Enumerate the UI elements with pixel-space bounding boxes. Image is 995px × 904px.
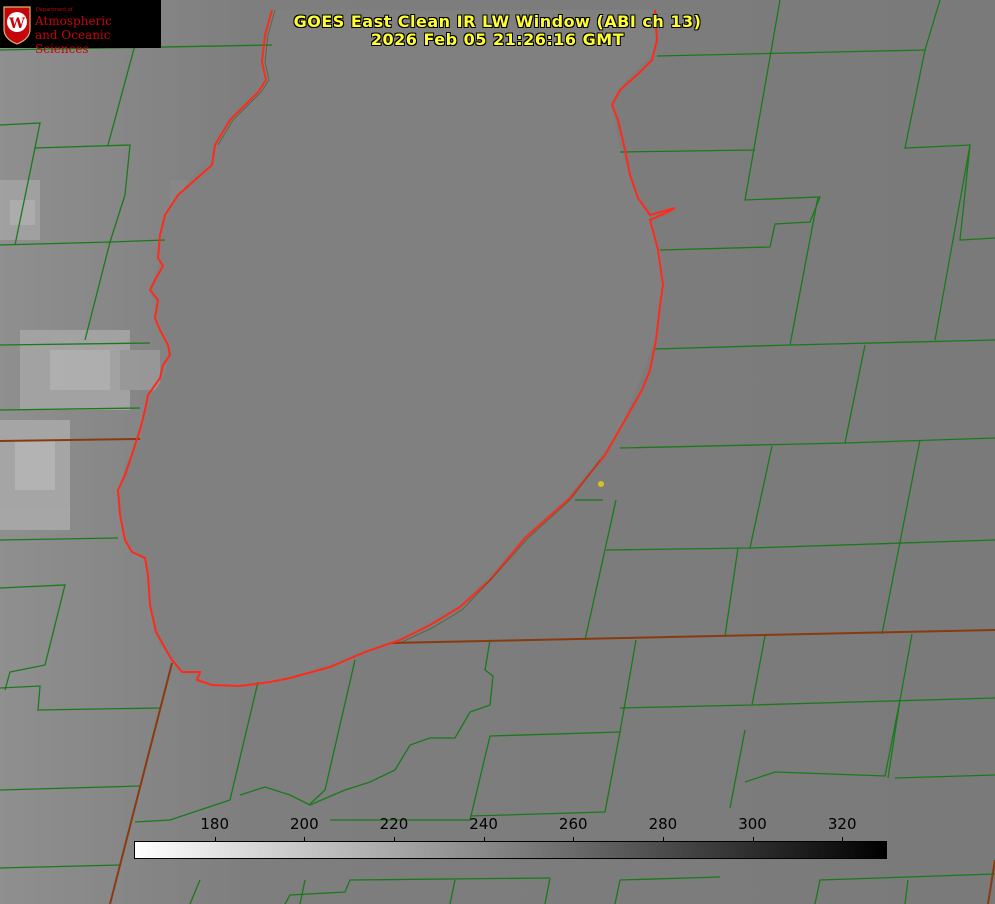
logo-dept: Department of bbox=[36, 7, 73, 13]
station-marker bbox=[598, 481, 604, 487]
colorbar-tick bbox=[483, 837, 485, 842]
colorbar-tick bbox=[752, 837, 754, 842]
crest-letter: W bbox=[8, 16, 25, 32]
colorbar bbox=[134, 841, 887, 859]
logo-line-2: and Oceanic Sciences bbox=[35, 28, 111, 56]
colorbar-tick-label: 220 bbox=[379, 815, 409, 833]
colorbar-tick-label: 280 bbox=[648, 815, 678, 833]
colorbar-tick-label: 200 bbox=[289, 815, 319, 833]
colorbar-tick-label: 300 bbox=[738, 815, 767, 833]
colorbar-tick-label: 180 bbox=[200, 815, 229, 833]
colorbar-tick bbox=[573, 837, 575, 842]
colorbar-tick bbox=[842, 837, 844, 842]
logo-line-1: Atmospheric bbox=[35, 14, 112, 28]
uw-crest-icon: W bbox=[3, 6, 31, 45]
colorbar-tick-label: 320 bbox=[827, 815, 857, 833]
colorbar-tick bbox=[393, 837, 395, 842]
aos-logo[interactable]: W Department of Atmospheric and Oceanic … bbox=[0, 0, 161, 56]
colorbar-tick bbox=[662, 837, 664, 842]
satellite-map bbox=[0, 0, 995, 904]
colorbar-tick bbox=[304, 837, 306, 842]
colorbar-tick-label: 260 bbox=[558, 815, 588, 833]
colorbar-tick-label: 240 bbox=[469, 815, 498, 833]
colorbar-tick bbox=[214, 837, 216, 842]
